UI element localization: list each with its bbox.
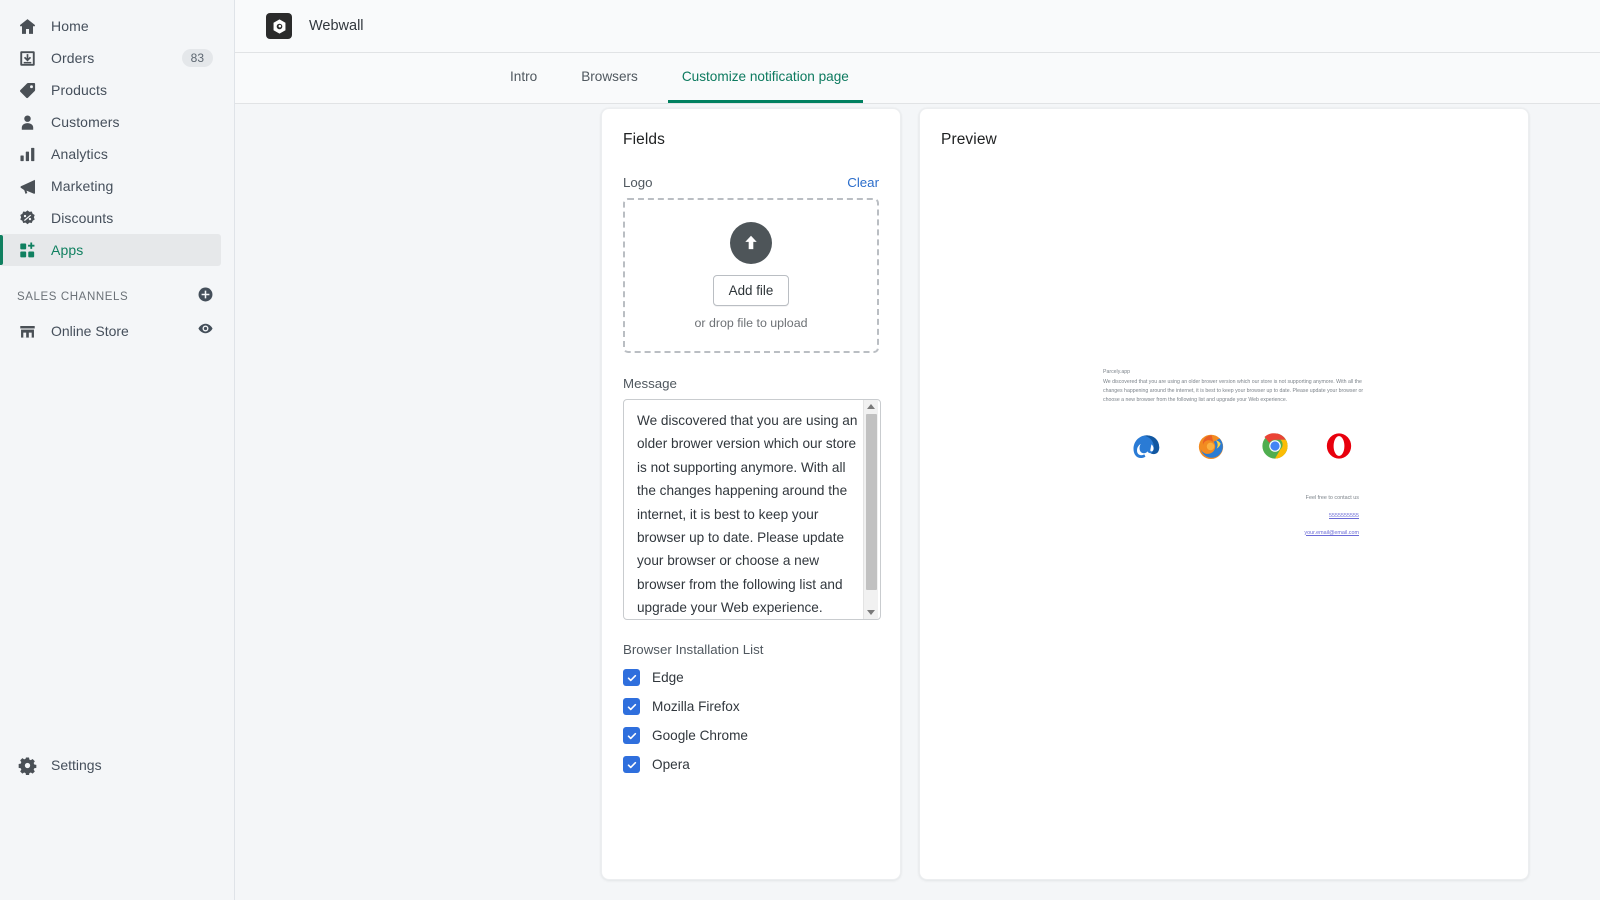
sidebar-item-home[interactable]: Home (0, 10, 221, 42)
sidebar-item-label: Customers (51, 114, 120, 130)
products-tag-icon (17, 80, 37, 100)
sidebar-item-online-store[interactable]: Online Store (0, 314, 234, 348)
plus-circle-icon[interactable] (197, 286, 214, 308)
preview-contact-block: Feel free to contact us 5555555555 your.… (1103, 495, 1373, 536)
preview-browser-logos (1103, 428, 1373, 469)
tab-browsers[interactable]: Browsers (567, 53, 652, 103)
checkbox-row-edge[interactable]: Edge (623, 669, 879, 686)
app-root: Home Orders 83 Products Customer (0, 0, 1600, 900)
message-scrollbar[interactable] (863, 400, 878, 619)
checkbox-row-google-chrome[interactable]: Google Chrome (623, 727, 879, 744)
checkbox-row-mozilla-firefox[interactable]: Mozilla Firefox (623, 698, 879, 715)
firefox-icon[interactable] (1193, 428, 1229, 469)
orders-count-badge: 83 (182, 49, 213, 67)
logo-dropzone[interactable]: Add file or drop file to upload (623, 198, 879, 353)
message-textarea-wrap: We discovered that you are using an olde… (623, 399, 879, 620)
sidebar-item-label: Online Store (51, 323, 129, 339)
storefront-icon (17, 321, 37, 341)
tab-label: Customize notification page (682, 69, 849, 84)
upload-arrow-icon (730, 222, 772, 264)
preview-card: Preview Parcely.app We discovered that y… (919, 108, 1529, 880)
webwall-hexagon-logo (266, 13, 292, 39)
eye-icon[interactable] (197, 320, 214, 342)
preview-phone-link[interactable]: 5555555555 (1103, 513, 1359, 519)
sales-channels-title: SALES CHANNELS (17, 291, 128, 303)
orders-icon (17, 48, 37, 68)
sidebar-item-label: Discounts (51, 210, 113, 226)
sidebar-item-label: Orders (51, 50, 94, 66)
sidebar-item-orders[interactable]: Orders 83 (0, 42, 221, 74)
browser-list-label: Browser Installation List (623, 642, 879, 657)
checkbox-label: Opera (652, 757, 690, 772)
sidebar-item-label: Analytics (51, 146, 108, 162)
checkbox-checked-icon[interactable] (623, 698, 640, 715)
sidebar-item-analytics[interactable]: Analytics (0, 138, 221, 170)
app-title: Webwall (309, 18, 364, 34)
gear-icon (17, 755, 37, 775)
logo-label: Logo (623, 175, 653, 190)
checkbox-checked-icon[interactable] (623, 756, 640, 773)
sidebar-item-apps[interactable]: Apps (0, 234, 221, 266)
checkbox-checked-icon[interactable] (623, 669, 640, 686)
sidebar: Home Orders 83 Products Customer (0, 0, 235, 900)
opera-icon[interactable] (1321, 428, 1357, 469)
discounts-percent-icon (17, 208, 37, 228)
tab-label: Intro (510, 69, 537, 84)
preview-email-link[interactable]: your.email@email.com (1103, 530, 1359, 536)
checkbox-row-opera[interactable]: Opera (623, 756, 879, 773)
sidebar-item-products[interactable]: Products (0, 74, 221, 106)
clear-logo-link[interactable]: Clear (847, 175, 879, 190)
sidebar-item-label: Apps (51, 242, 83, 258)
sales-channels-header: SALES CHANNELS (0, 280, 234, 314)
scrollbar-thumb[interactable] (866, 414, 877, 590)
apps-grid-plus-icon (17, 240, 37, 260)
fields-card: Fields Logo Clear Add file or drop file … (601, 108, 901, 880)
checkbox-label: Edge (652, 670, 684, 685)
app-topbar: Webwall (235, 0, 1600, 53)
sidebar-item-discounts[interactable]: Discounts (0, 202, 221, 234)
fields-card-title: Fields (623, 131, 879, 149)
message-label: Message (623, 376, 879, 391)
add-file-button[interactable]: Add file (713, 275, 790, 306)
tab-bar: Intro Browsers Customize notification pa… (235, 53, 1600, 104)
logo-field-header: Logo Clear (623, 175, 879, 190)
preview-card-title: Preview (941, 131, 1507, 149)
preview-message: We discovered that you are using an olde… (1103, 378, 1373, 406)
message-textarea[interactable]: We discovered that you are using an olde… (623, 399, 881, 620)
preview-notification: Parcely.app We discovered that you are u… (1103, 368, 1373, 536)
marketing-megaphone-icon (17, 176, 37, 196)
checkbox-checked-icon[interactable] (623, 727, 640, 744)
checkbox-label: Mozilla Firefox (652, 699, 740, 714)
tab-label: Browsers (581, 69, 638, 84)
scroll-up-arrow-icon[interactable] (867, 404, 875, 409)
sidebar-item-customers[interactable]: Customers (0, 106, 221, 138)
sidebar-item-marketing[interactable]: Marketing (0, 170, 221, 202)
sidebar-item-label: Home (51, 18, 89, 34)
settings-label: Settings (51, 757, 102, 773)
drop-hint-text: or drop file to upload (695, 316, 808, 330)
chrome-icon[interactable] (1257, 428, 1293, 469)
home-icon (17, 16, 37, 36)
content-area: Fields Logo Clear Add file or drop file … (235, 104, 1600, 900)
sidebar-item-settings[interactable]: Settings (0, 748, 234, 782)
sidebar-item-label: Products (51, 82, 107, 98)
sidebar-item-label: Marketing (51, 178, 113, 194)
preview-brand: Parcely.app (1103, 368, 1373, 377)
edge-icon[interactable] (1129, 428, 1165, 469)
scroll-down-arrow-icon[interactable] (867, 610, 875, 615)
preview-body: Parcely.app We discovered that you are u… (941, 149, 1507, 849)
customers-person-icon (17, 112, 37, 132)
tab-customize-notification-page[interactable]: Customize notification page (668, 53, 863, 103)
analytics-bars-icon (17, 144, 37, 164)
tab-intro[interactable]: Intro (496, 53, 551, 103)
main-area: Webwall Intro Browsers Customize notific… (235, 0, 1600, 900)
checkbox-label: Google Chrome (652, 728, 748, 743)
preview-contact-text: Feel free to contact us (1103, 495, 1359, 501)
